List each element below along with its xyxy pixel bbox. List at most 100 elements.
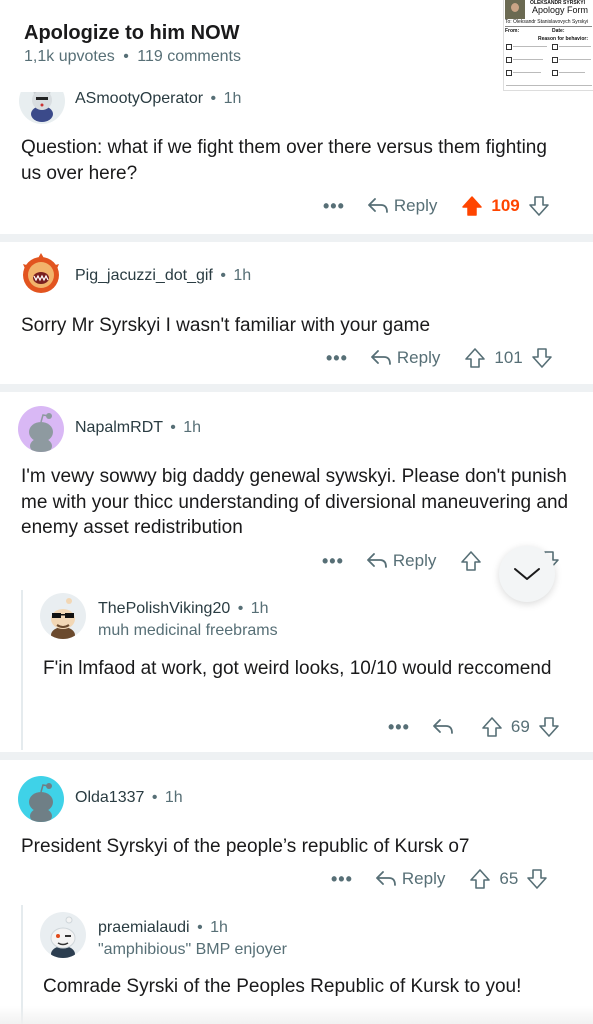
vote-controls: 101 xyxy=(464,347,552,369)
username[interactable]: praemialaudi xyxy=(98,919,190,936)
downvote-arrow-icon[interactable] xyxy=(538,716,560,738)
thumbnail-text-line xyxy=(559,59,591,60)
reply-label: Reply xyxy=(401,869,446,888)
thumbnail-checkbox xyxy=(552,57,558,63)
upvote-arrow-icon[interactable] xyxy=(481,716,503,738)
comment-time: 1h xyxy=(164,789,183,806)
comment-author[interactable]: praemialaudi • 1h xyxy=(98,919,228,937)
thread-line[interactable] xyxy=(21,590,23,750)
thumbnail-title: Apology Form xyxy=(532,5,589,15)
more-options-button[interactable]: ••• xyxy=(331,869,353,890)
comment-author[interactable]: ThePolishViking20 • 1h xyxy=(98,600,269,618)
reply-button[interactable]: Reply xyxy=(375,869,445,889)
meta-separator: • xyxy=(220,267,226,284)
comment-time: 1h xyxy=(233,267,252,284)
reply-arrow-icon xyxy=(371,350,391,365)
upvote-arrow-icon[interactable] xyxy=(469,868,491,890)
upvote-arrow-icon[interactable] xyxy=(464,347,486,369)
comment-divider xyxy=(0,752,593,760)
username[interactable]: Olda1337 xyxy=(75,789,144,806)
more-options-button[interactable]: ••• xyxy=(388,717,410,738)
vote-controls: 69 xyxy=(481,716,560,738)
comment-author[interactable]: Pig_jacuzzi_dot_gif • 1h xyxy=(75,267,251,285)
reply-button[interactable] xyxy=(432,718,459,736)
username[interactable]: Pig_jacuzzi_dot_gif xyxy=(75,267,213,284)
downvote-arrow-icon[interactable] xyxy=(528,195,550,217)
meta-separator: • xyxy=(237,600,244,617)
jump-to-next-comment-button[interactable] xyxy=(499,546,555,602)
avatar[interactable] xyxy=(40,912,86,958)
comment-author[interactable]: Olda1337 • 1h xyxy=(75,789,183,807)
more-options-button[interactable]: ••• xyxy=(326,348,348,369)
downvote-arrow-icon[interactable] xyxy=(526,868,548,890)
post-header: Apologize to him NOW 1,1k upvotes • 119 … xyxy=(0,0,593,92)
avatar[interactable] xyxy=(18,406,64,452)
avatar[interactable] xyxy=(18,776,64,822)
reply-button[interactable]: Reply xyxy=(366,551,436,571)
comment-time: 1h xyxy=(223,90,242,107)
reply-arrow-icon xyxy=(433,719,453,734)
comment-body: Question: what if we fight them over the… xyxy=(21,137,547,184)
reply-label: Reply xyxy=(396,348,441,367)
meta-separator: • xyxy=(151,789,158,806)
thumbnail-to-line: To: Oleksandr Stanislavovych Syrskyi xyxy=(505,19,589,25)
monster-avatar-icon xyxy=(23,253,59,293)
thumbnail-date: Date: xyxy=(552,28,565,34)
avatar[interactable] xyxy=(40,593,86,639)
comment-body: F'in lmfaod at work, got weird looks, 10… xyxy=(43,658,552,679)
meta-separator: • xyxy=(197,919,203,936)
comment-actions: ••• Reply 109 xyxy=(323,192,550,220)
more-options-button[interactable]: ••• xyxy=(323,196,345,217)
comment-author[interactable]: NapalmRDT • 1h xyxy=(75,419,201,437)
comment-body: Comrade Syrski of the Peoples Republic o… xyxy=(43,976,522,997)
thumbnail-checkbox xyxy=(552,70,558,76)
post-title[interactable]: Apologize to him NOW xyxy=(24,22,240,45)
username[interactable]: NapalmRDT xyxy=(75,419,163,436)
upvote-arrow-icon[interactable] xyxy=(460,550,482,572)
username[interactable]: ThePolishViking20 xyxy=(98,600,230,617)
reply-button[interactable]: Reply xyxy=(367,196,437,216)
thumbnail-text-line xyxy=(513,46,547,47)
thumbnail-text-line xyxy=(513,59,543,60)
vote-count: 69 xyxy=(510,717,530,736)
thumbnail-checkbox xyxy=(506,57,512,63)
post-meta: 1,1k upvotes • 119 comments xyxy=(24,48,241,66)
post-thumbnail[interactable]: OLEKSANDR SYRSKYI Apology Form To: Oleks… xyxy=(503,0,593,91)
snoo-avatar-icon xyxy=(29,413,53,452)
comment-time: 1h xyxy=(210,919,228,936)
comment-actions: ••• Reply 65 xyxy=(331,865,548,893)
comment-count: 119 comments xyxy=(137,48,241,65)
reply-arrow-icon xyxy=(368,198,388,213)
upvote-arrow-icon[interactable] xyxy=(461,195,483,217)
meta-separator: • xyxy=(210,90,217,107)
thumbnail-text-line xyxy=(559,72,585,73)
snoo-sunglasses-avatar-icon xyxy=(51,598,75,639)
comment-divider xyxy=(0,234,593,242)
comment-body: I'm vewy sowwy big daddy genewal sywskyi… xyxy=(21,466,569,538)
vote-count: 65 xyxy=(499,869,519,888)
thumbnail-text-line xyxy=(513,72,541,73)
downvote-arrow-icon[interactable] xyxy=(531,347,553,369)
comment-time: 1h xyxy=(250,600,269,617)
comment-author[interactable]: ASmootyOperator • 1h xyxy=(75,90,241,108)
vote-controls: 109 xyxy=(461,195,549,217)
snoo-avatar-icon xyxy=(29,783,53,822)
reply-label: Reply xyxy=(393,196,438,215)
username[interactable]: ASmootyOperator xyxy=(75,90,203,107)
user-flair: "amphibious" BMP enjoyer xyxy=(98,941,287,958)
avatar[interactable] xyxy=(18,252,64,298)
thumbnail-photo xyxy=(505,0,525,19)
comment-time: 1h xyxy=(183,419,202,436)
meta-separator: • xyxy=(123,48,129,65)
vote-count: 109 xyxy=(491,196,520,215)
reply-button[interactable]: Reply xyxy=(370,348,440,368)
thumbnail-checkbox xyxy=(552,44,558,50)
more-options-button[interactable]: ••• xyxy=(322,551,344,572)
thumbnail-checkbox xyxy=(506,44,512,50)
meta-separator: • xyxy=(170,419,176,436)
comment-body: Sorry Mr Syrskyi I wasn't familiar with … xyxy=(21,315,431,336)
reply-arrow-icon xyxy=(367,553,387,568)
reply-label: Reply xyxy=(392,551,437,570)
comment-divider xyxy=(0,384,593,392)
snoo-winking-avatar-icon xyxy=(50,916,76,958)
